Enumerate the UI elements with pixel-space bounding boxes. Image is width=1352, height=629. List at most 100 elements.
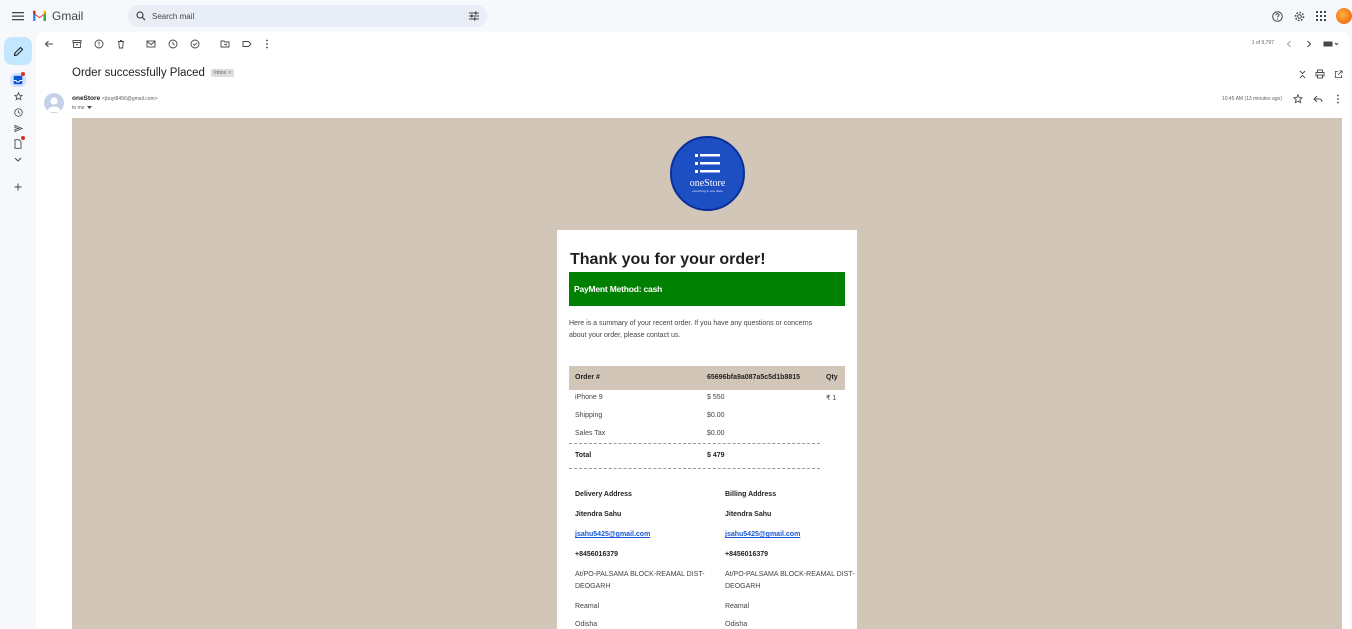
inbox-label-chip[interactable]: Inbox × bbox=[210, 69, 235, 77]
divider bbox=[569, 443, 820, 444]
message-time: 10:45 AM (13 minutes ago) bbox=[1221, 96, 1282, 102]
message-pager: 1 of 9,797 bbox=[1251, 40, 1274, 46]
subject-actions bbox=[1296, 68, 1344, 80]
billing-name: Jitendra Sahu bbox=[725, 511, 772, 518]
delivery-phone: +8456016379 bbox=[575, 551, 619, 558]
billing-line1: At/PO-PALSAMA BLOCK-REAMAL DIST-DEOGARH bbox=[725, 571, 855, 590]
billing-phone: +8456016379 bbox=[725, 551, 769, 558]
sender-email: <jbuyt8456@gmail.com> bbox=[102, 96, 158, 102]
onestore-logo: oneStore everything in one place bbox=[670, 136, 745, 211]
rail-add-label[interactable] bbox=[10, 180, 26, 194]
billing-address-title: Billing Address bbox=[725, 491, 777, 498]
more-vertical-icon[interactable] bbox=[261, 38, 273, 50]
back-arrow-icon[interactable] bbox=[43, 38, 55, 50]
message-panel: 1 of 9,797 Order successfully Placed Inb… bbox=[36, 32, 1350, 629]
print-icon[interactable] bbox=[1314, 68, 1326, 80]
sender-line: oneStore <jbuyt8456@gmail.com> bbox=[72, 95, 158, 102]
add-task-icon[interactable] bbox=[189, 38, 201, 50]
draft-icon bbox=[14, 139, 22, 149]
rail-more[interactable] bbox=[10, 153, 26, 167]
store-name: oneStore bbox=[689, 178, 726, 189]
total-label: Total bbox=[575, 452, 592, 459]
send-icon bbox=[13, 124, 23, 132]
sales-tax-label: Sales Tax bbox=[575, 430, 606, 437]
more-options-icon[interactable] bbox=[1332, 93, 1344, 105]
rail-snoozed[interactable] bbox=[10, 105, 26, 119]
rail-starred[interactable] bbox=[10, 89, 26, 103]
pencil-icon bbox=[13, 46, 23, 56]
email-body: oneStore everything in one place Thank y… bbox=[72, 118, 1342, 629]
search-bar[interactable] bbox=[128, 5, 487, 27]
delivery-email-link[interactable]: jsahu5425@gmail.com bbox=[575, 531, 650, 538]
left-rail bbox=[0, 32, 36, 629]
shipping-value: $0.00 bbox=[707, 412, 725, 419]
help-icon[interactable] bbox=[1268, 7, 1286, 25]
settings-gear-icon[interactable] bbox=[1290, 7, 1308, 25]
subject-line: Order successfully Placed Inbox × bbox=[72, 67, 235, 79]
qty-header: Qty bbox=[826, 374, 838, 381]
chevron-down-icon bbox=[14, 157, 22, 162]
plus-icon bbox=[14, 183, 22, 191]
order-id: 65696bfa9a087a5c5d1b8815 bbox=[707, 374, 801, 381]
apps-grid-icon[interactable] bbox=[1312, 7, 1330, 25]
snooze-clock-icon[interactable] bbox=[167, 38, 179, 50]
search-input[interactable] bbox=[152, 11, 452, 21]
delivery-name: Jitendra Sahu bbox=[575, 511, 622, 518]
inbox-icon bbox=[13, 75, 23, 85]
delivery-address-title: Delivery Address bbox=[575, 491, 632, 498]
recipient-details-toggle[interactable]: to me bbox=[72, 105, 92, 111]
delivery-state: Odisha bbox=[575, 621, 598, 628]
archive-icon[interactable] bbox=[71, 38, 83, 50]
total-value: $ 479 bbox=[707, 452, 725, 459]
order-card: Thank you for your order! PayMent Method… bbox=[557, 230, 857, 629]
recipient-text: to me bbox=[72, 105, 85, 111]
rail-drafts[interactable] bbox=[10, 136, 26, 151]
search-options-icon[interactable] bbox=[469, 11, 479, 21]
star-icon[interactable] bbox=[1292, 93, 1304, 105]
clock-icon bbox=[13, 107, 23, 117]
item-qty: ₹ 1 bbox=[826, 395, 837, 402]
payment-method-text: PayMent Method: cash bbox=[574, 284, 663, 294]
top-bar: Gmail bbox=[0, 0, 1352, 32]
store-tagline: everything in one place bbox=[692, 189, 723, 193]
rail-inbox[interactable] bbox=[10, 72, 26, 87]
app-name: Gmail bbox=[52, 9, 84, 23]
sales-tax-value: $0.00 bbox=[707, 430, 725, 437]
order-table-header: Order # 65696bfa9a087a5c5d1b8815 Qty bbox=[569, 366, 845, 390]
billing-city: Reamal bbox=[725, 603, 750, 610]
search-icon[interactable] bbox=[136, 11, 146, 21]
collapse-all-icon[interactable] bbox=[1296, 68, 1308, 80]
report-spam-icon[interactable] bbox=[93, 38, 105, 50]
main-menu-icon[interactable] bbox=[11, 9, 25, 23]
list-icon bbox=[694, 154, 720, 173]
reply-icon[interactable] bbox=[1312, 93, 1324, 105]
gmail-logo[interactable]: Gmail bbox=[32, 9, 83, 23]
input-tools-keyboard-icon[interactable] bbox=[1322, 38, 1340, 50]
sender-avatar[interactable] bbox=[44, 93, 64, 113]
open-new-window-icon[interactable] bbox=[1332, 68, 1344, 80]
message-actions bbox=[1292, 93, 1344, 105]
older-chevron-icon[interactable] bbox=[1303, 38, 1315, 50]
move-to-folder-icon[interactable] bbox=[219, 38, 231, 50]
sender-name[interactable]: oneStore bbox=[72, 95, 100, 102]
label-tag-icon[interactable] bbox=[241, 38, 253, 50]
message-toolbar: 1 of 9,797 bbox=[36, 32, 1350, 56]
account-avatar[interactable] bbox=[1336, 8, 1352, 24]
thank-you-heading: Thank you for your order! bbox=[570, 251, 766, 268]
rail-sent[interactable] bbox=[10, 121, 26, 135]
label-chip-remove[interactable]: × bbox=[228, 70, 231, 76]
newer-chevron-icon[interactable] bbox=[1283, 38, 1295, 50]
mark-unread-icon[interactable] bbox=[145, 38, 157, 50]
star-icon bbox=[13, 91, 23, 101]
payment-method-banner: PayMent Method: cash bbox=[569, 272, 845, 306]
delivery-line1: At/PO-PALSAMA BLOCK-REAMAL DIST-DEOGARH bbox=[575, 571, 705, 590]
compose-button[interactable] bbox=[4, 37, 32, 65]
shipping-label: Shipping bbox=[575, 412, 603, 419]
order-summary-text: Here is a summary of your recent order. … bbox=[569, 320, 813, 339]
unread-dot bbox=[21, 72, 25, 76]
billing-email-link[interactable]: jsahu5425@gmail.com bbox=[725, 531, 800, 538]
delete-trash-icon[interactable] bbox=[115, 38, 127, 50]
gmail-m-icon bbox=[33, 10, 46, 21]
item-price: $ 550 bbox=[707, 394, 725, 401]
drafts-dot bbox=[21, 136, 25, 140]
